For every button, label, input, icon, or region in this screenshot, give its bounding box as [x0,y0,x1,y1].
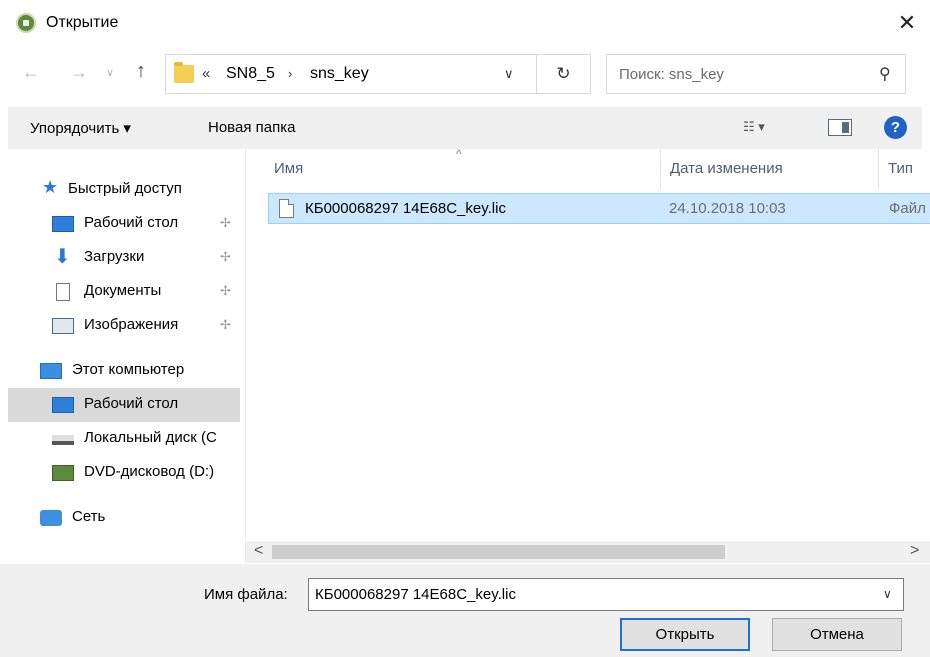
computer-icon [40,363,62,379]
file-type: Файл [889,200,926,217]
sort-ascending-icon: ^ [456,149,462,161]
search-placeholder: Поиск: sns_key [619,66,724,83]
download-icon: ⬇ [54,246,71,268]
sidebar-item-network[interactable]: Сеть [8,501,240,535]
preview-pane-icon[interactable] [828,119,852,136]
search-icon[interactable]: ⚲ [879,64,891,84]
navigation-pane: ★ Быстрый доступ Рабочий стол ✢ ⬇ Загруз… [8,149,246,564]
chevron-down-icon[interactable]: ∨ [504,66,514,82]
sidebar-item-label: Рабочий стол [84,395,179,412]
breadcrumb-item[interactable]: sns_key [310,65,369,83]
sidebar-item-dvd[interactable]: DVD-дисковод (D:) [8,456,240,490]
file-name: КБ000068297 14E68C_key.lic [305,200,506,217]
document-icon [56,283,70,301]
sidebar-item-label: Изображения [84,316,179,333]
star-icon: ★ [42,177,59,197]
sidebar-item-pictures[interactable]: Изображения ✢ [8,309,240,343]
chevron-down-icon[interactable]: ∨ [883,587,892,601]
sidebar-item-downloads[interactable]: ⬇ Загрузки ✢ [8,241,240,275]
pin-icon[interactable]: ✢ [220,249,231,265]
up-arrow-icon[interactable]: ↑ [136,60,146,83]
file-row[interactable]: КБ000068297 14E68C_key.lic 24.10.2018 10… [268,193,930,224]
column-header-name[interactable]: Имя [274,160,303,177]
column-header-date[interactable]: Дата изменения [670,160,783,177]
search-input[interactable]: Поиск: sns_key ⚲ [606,54,906,94]
organize-button[interactable]: Упорядочить ▾ [30,119,131,137]
column-divider[interactable] [660,149,661,189]
sidebar-item-label: Сеть [72,508,106,525]
sidebar-item-label: Локальный диск (C [84,429,217,446]
sidebar-item-desktop[interactable]: Рабочий стол ✢ [8,207,240,241]
refresh-button[interactable]: ↻ [537,54,591,94]
breadcrumb-separator-icon[interactable]: › [288,66,292,81]
pictures-icon [52,318,74,334]
breadcrumb-overflow[interactable]: « [202,65,210,82]
sidebar-item-label: DVD-дисковод (D:) [84,463,215,480]
disk-icon [52,435,74,445]
filename-label: Имя файла: [204,586,288,603]
sidebar-item-label: Документы [84,282,162,299]
sidebar-item-desktop-pc[interactable]: Рабочий стол [8,388,240,422]
filename-field[interactable]: КБ000068297 14E68C_key.lic ∨ [308,578,904,611]
sidebar-item-local-disk[interactable]: Локальный диск (C [8,422,240,456]
dvd-icon [52,465,74,481]
window-title: Открытие [46,14,119,31]
column-divider[interactable] [878,149,879,189]
sidebar-item-quick-access[interactable]: ★ Быстрый доступ [8,173,240,207]
file-icon [279,199,294,218]
close-button[interactable]: ✕ [890,8,924,38]
sidebar-item-label: Этот компьютер [72,361,185,378]
desktop-icon [52,397,74,413]
open-button[interactable]: Открыть [620,618,750,651]
scroll-left-icon[interactable]: < [254,542,263,560]
scroll-right-icon[interactable]: > [910,542,919,560]
back-arrow-icon[interactable]: ← [22,62,40,83]
sidebar-item-label: Рабочий стол [84,214,179,231]
filename-value: КБ000068297 14E68C_key.lic [315,586,516,603]
folder-icon [174,62,194,83]
sidebar-item-label: Загрузки [84,248,145,265]
app-icon [16,13,36,33]
pin-icon[interactable]: ✢ [220,215,231,231]
file-list: Имя ^ Дата изменения Тип КБ000068297 14E… [246,149,930,541]
pin-icon[interactable]: ✢ [220,317,231,333]
sidebar-item-label: Быстрый доступ [68,180,182,197]
cancel-button[interactable]: Отмена [772,618,902,651]
command-toolbar: Упорядочить ▾ Новая папка ☷ ▾ ? [8,107,922,149]
desktop-icon [52,216,74,232]
scrollbar-thumb[interactable] [272,545,725,559]
pin-icon[interactable]: ✢ [220,283,231,299]
new-folder-button[interactable]: Новая папка [208,119,295,136]
column-header-type[interactable]: Тип [888,160,913,177]
horizontal-scrollbar[interactable]: < > [246,541,930,563]
view-options-icon[interactable]: ☷ ▾ [743,119,765,135]
sidebar-item-this-pc[interactable]: Этот компьютер [8,354,240,388]
sidebar-item-documents[interactable]: Документы ✢ [8,275,240,309]
breadcrumb-item[interactable]: SN8_5 [226,65,275,83]
network-icon [40,510,62,526]
help-icon[interactable]: ? [884,116,907,139]
recent-locations-chevron-icon[interactable]: ∨ [106,66,114,79]
dialog-footer: Имя файла: КБ000068297 14E68C_key.lic ∨ … [0,564,930,657]
address-bar[interactable]: « SN8_5 › sns_key ∨ [165,54,537,94]
title-bar: Открытие ✕ [0,0,930,46]
file-date: 24.10.2018 10:03 [669,200,786,217]
forward-arrow-icon[interactable]: → [70,62,88,83]
